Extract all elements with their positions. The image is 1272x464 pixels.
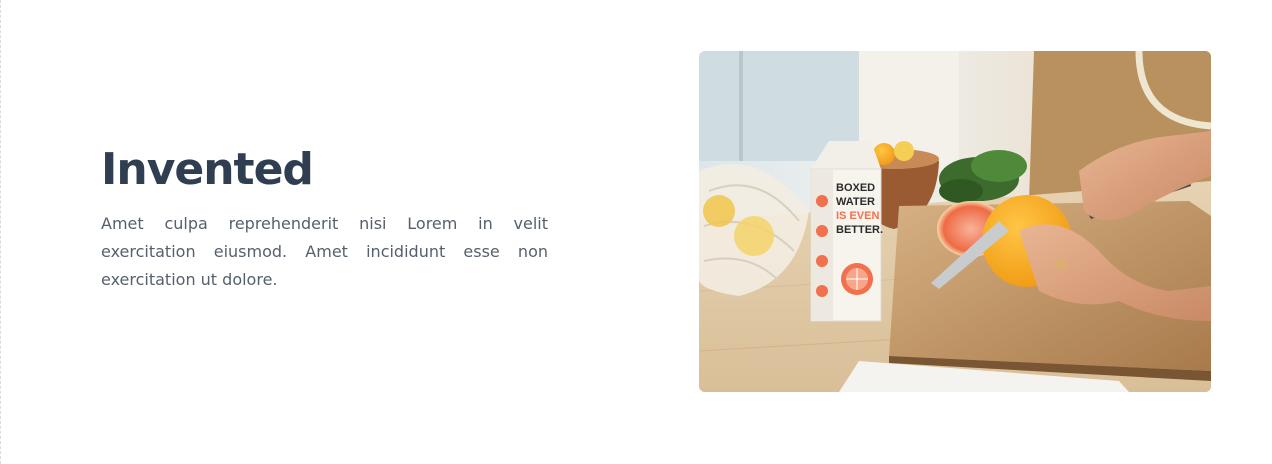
carton-line-2: WATER	[836, 196, 875, 208]
kitchen-photo-illustration: BOXED WATER IS EVEN BETTER.	[699, 51, 1211, 392]
water-carton: BOXED WATER IS EVEN BETTER.	[810, 141, 883, 322]
feature-text: Invented Amet culpa reprehenderit nisi L…	[101, 138, 548, 294]
feature-description: Amet culpa reprehenderit nisi Lorem in v…	[101, 214, 548, 289]
carton-line-3: IS EVEN	[836, 210, 879, 222]
feature-title: Invented	[101, 144, 314, 195]
feature-section: Invented Amet culpa reprehenderit nisi L…	[0, 0, 1272, 464]
feature-photo: BOXED WATER IS EVEN BETTER.	[699, 51, 1211, 392]
carton-line-1: BOXED	[836, 182, 875, 194]
carton-line-4: BETTER.	[836, 224, 883, 236]
